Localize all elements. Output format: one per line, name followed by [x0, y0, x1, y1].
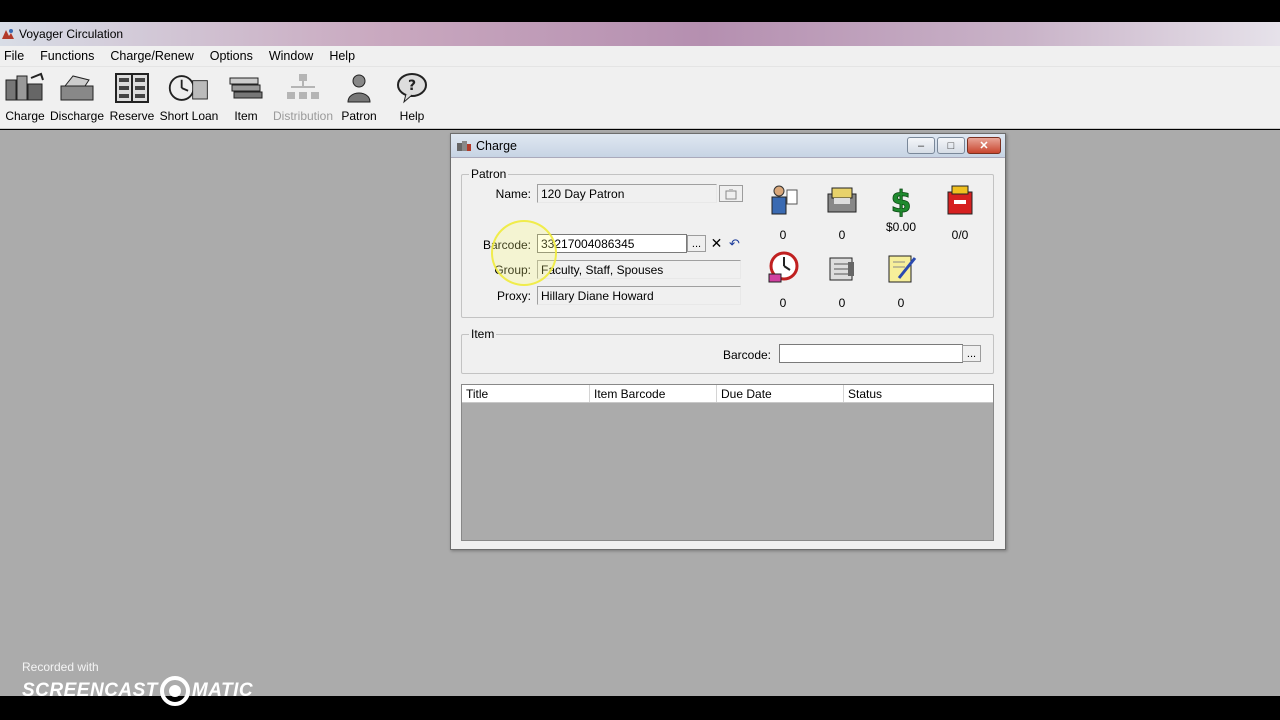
- item-icon: [224, 71, 268, 105]
- stat-blocks[interactable]: 0/0: [938, 182, 982, 242]
- charge-dialog-icon: [456, 140, 472, 152]
- screencast-watermark: Recorded with SCREENCAST MATIC: [22, 660, 253, 706]
- requests-icon: [883, 250, 919, 286]
- patron-icon: [337, 71, 381, 105]
- discharge-icon: [55, 71, 99, 105]
- svg-text:?: ?: [408, 78, 416, 94]
- stat-fines[interactable]: $ $0.00: [879, 182, 923, 234]
- toolbar-short-loan-button[interactable]: Short Loan: [158, 67, 220, 127]
- menu-window[interactable]: Window: [265, 49, 313, 63]
- item-barcode-label: Barcode:: [722, 348, 771, 362]
- patron-group-field: Faculty, Staff, Spouses: [537, 260, 741, 279]
- patron-group-label: Patron: [469, 167, 509, 181]
- record-ring-icon: [159, 676, 190, 706]
- toolbar: Charge Discharge Reserve Short Loan Item…: [0, 67, 1280, 129]
- clear-patron-icon[interactable]: ✕: [707, 235, 726, 252]
- toolbar-discharge-button[interactable]: Discharge: [48, 67, 106, 127]
- column-status[interactable]: Status: [844, 385, 993, 402]
- toolbar-distribution-button[interactable]: Distribution: [272, 67, 334, 127]
- menu-file[interactable]: File: [0, 49, 24, 63]
- stat-patron-notes[interactable]: 0: [761, 182, 805, 242]
- menu-help[interactable]: Help: [325, 49, 355, 63]
- overdue-clock-icon: [765, 250, 801, 286]
- menu-bar: File Functions Charge/Renew Options Wind…: [0, 46, 1280, 67]
- column-title[interactable]: Title: [462, 385, 590, 402]
- screencast-logo: SCREENCAST MATIC: [22, 676, 253, 706]
- toolbar-item-button[interactable]: Item: [220, 67, 272, 127]
- close-button[interactable]: ✕: [967, 137, 1001, 154]
- help-icon: ?: [390, 71, 434, 105]
- patron-barcode-label: Barcode:: [482, 238, 531, 252]
- patron-name-field: 120 Day Patron: [537, 184, 717, 203]
- patron-notes-icon: [765, 182, 801, 218]
- item-group-label: Item: [469, 327, 497, 341]
- reserve-icon: [110, 71, 154, 105]
- app-title: Voyager Circulation: [19, 27, 124, 41]
- stat-requests[interactable]: 0: [879, 250, 923, 310]
- fines-dollar-icon: $: [883, 182, 919, 218]
- short-loan-icon: [167, 71, 211, 105]
- voyager-app-icon: [1, 28, 15, 40]
- charge-dialog-title-bar[interactable]: Charge – □ ✕: [451, 134, 1005, 158]
- toolbar-reserve-button[interactable]: Reserve: [106, 67, 158, 127]
- menu-charge-renew[interactable]: Charge/Renew: [106, 49, 193, 63]
- minimize-button[interactable]: –: [907, 137, 935, 154]
- toolbar-patron-button[interactable]: Patron: [334, 67, 384, 127]
- undo-icon[interactable]: ↶: [725, 235, 744, 252]
- patron-proxy-label: Proxy:: [496, 289, 531, 303]
- charge-dialog-title: Charge: [476, 138, 517, 153]
- recorded-with-text: Recorded with: [22, 660, 99, 674]
- blocks-icon: [942, 182, 978, 218]
- patron-proxy-field: Hillary Diane Howard: [537, 286, 741, 305]
- charge-icon: [3, 71, 47, 105]
- distribution-icon: [281, 71, 325, 105]
- stat-overdue[interactable]: 0: [761, 250, 805, 310]
- top-black-bar: [0, 0, 1280, 22]
- table-header: Title Item Barcode Due Date Status: [462, 385, 993, 403]
- stat-holds[interactable]: 0: [820, 250, 864, 310]
- column-due-date[interactable]: Due Date: [717, 385, 844, 402]
- patron-lookup-button[interactable]: ...: [687, 235, 706, 252]
- toolbar-charge-button[interactable]: Charge: [2, 67, 48, 127]
- item-lookup-button[interactable]: ...: [962, 345, 981, 362]
- charge-dialog: Charge – □ ✕ Patron Name: 120 Day Patron…: [450, 133, 1006, 550]
- charged-items-table: Title Item Barcode Due Date Status: [461, 384, 994, 541]
- column-item-barcode[interactable]: Item Barcode: [590, 385, 717, 402]
- patron-group-field-label: Group:: [494, 263, 531, 277]
- stat-charged-items[interactable]: 0: [820, 182, 864, 242]
- item-barcode-input[interactable]: [779, 344, 963, 363]
- holds-icon: [824, 250, 860, 286]
- maximize-button[interactable]: □: [937, 137, 965, 154]
- charged-items-icon: [824, 182, 860, 218]
- app-title-bar: Voyager Circulation: [0, 22, 1280, 46]
- menu-options[interactable]: Options: [206, 49, 253, 63]
- menu-functions[interactable]: Functions: [36, 49, 94, 63]
- patron-details-button[interactable]: [719, 185, 743, 202]
- patron-name-label: Name:: [495, 187, 531, 201]
- svg-text:$: $: [891, 185, 912, 218]
- patron-barcode-input[interactable]: 33217004086345: [537, 234, 687, 253]
- toolbar-help-button[interactable]: ? Help: [384, 67, 440, 127]
